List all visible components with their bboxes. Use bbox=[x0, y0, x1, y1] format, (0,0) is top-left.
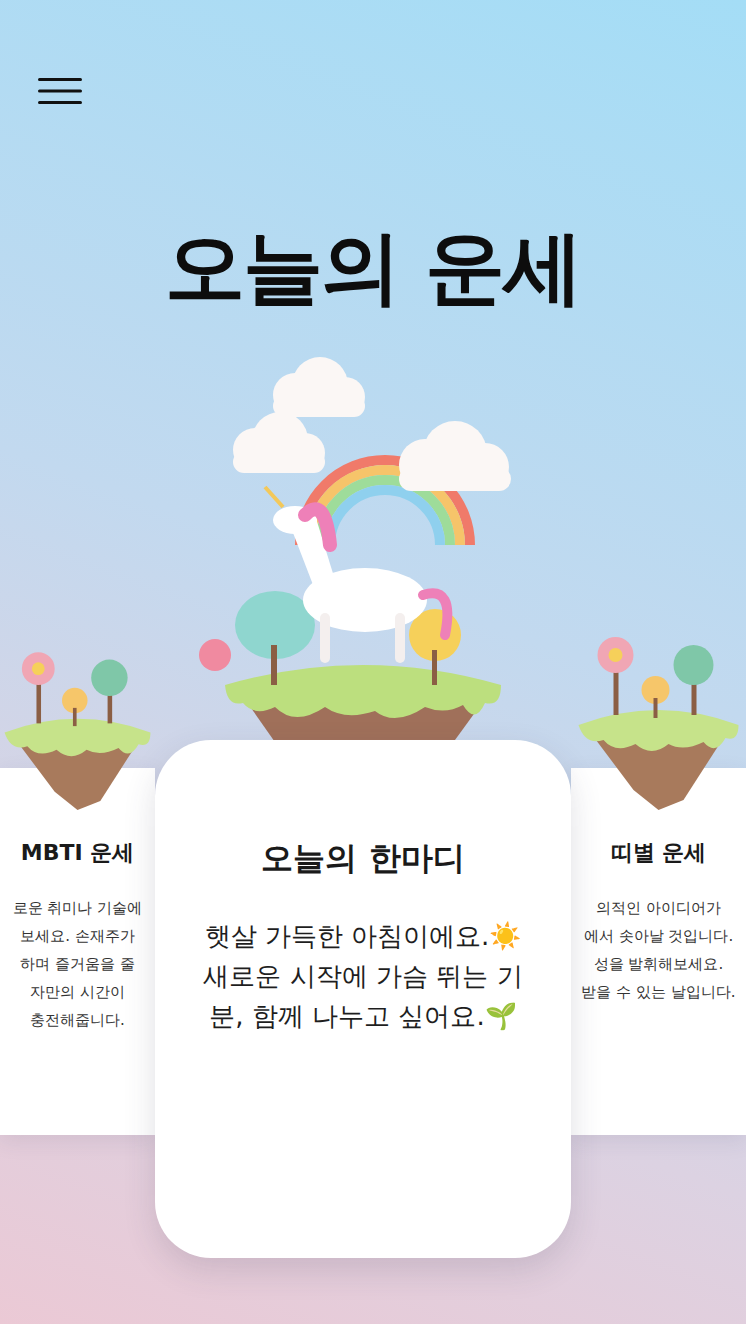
fortune-card[interactable]: 오늘의 한마디 햇살 가득한 아침이에요.☀️새로운 시작에 가슴 뛰는 기분,… bbox=[155, 740, 571, 1258]
island-illustration bbox=[571, 520, 746, 810]
menu-button[interactable] bbox=[38, 78, 82, 104]
card-line: 하며 즐거움을 줄 bbox=[8, 950, 147, 978]
card-line: 분, 함께 나누고 싶어요.🌱 bbox=[195, 996, 531, 1036]
carousel-slot: 오늘의 한마디 햇살 가득한 아침이에요.☀️새로운 시작에 가슴 뛰는 기분,… bbox=[155, 355, 571, 1258]
card-line: 성을 발휘해보세요. bbox=[579, 950, 738, 978]
card-body: 의적인 아이디어가에서 솟아날 것입니다.성을 발휘해보세요.받을 수 있는 날… bbox=[579, 894, 738, 1006]
carousel-slot: 띠별 운세 의적인 아이디어가에서 솟아날 것입니다.성을 발휘해보세요.받을 … bbox=[571, 355, 746, 1135]
carousel-slot: MBTI 운세 로운 취미나 기술에보세요. 손재주가하며 즐거움을 줄자만의 … bbox=[0, 355, 155, 1135]
page-title: 오늘의 운세 bbox=[0, 220, 746, 316]
card-line: 의적인 아이디어가 bbox=[579, 894, 738, 922]
card-line: 충전해줍니다. bbox=[8, 1006, 147, 1034]
top-bar bbox=[0, 0, 746, 120]
fortune-card[interactable]: MBTI 운세 로운 취미나 기술에보세요. 손재주가하며 즐거움을 줄자만의 … bbox=[0, 768, 155, 1135]
card-line: 로운 취미나 기술에 bbox=[8, 894, 147, 922]
card-line: 자만의 시간이 bbox=[8, 978, 147, 1006]
fortune-card[interactable]: 띠별 운세 의적인 아이디어가에서 솟아날 것입니다.성을 발휘해보세요.받을 … bbox=[571, 768, 746, 1135]
card-line: 햇살 가득한 아침이에요.☀️ bbox=[195, 916, 531, 956]
fortune-carousel[interactable]: MBTI 운세 로운 취미나 기술에보세요. 손재주가하며 즐거움을 줄자만의 … bbox=[0, 355, 746, 1258]
card-title: MBTI 운세 bbox=[8, 838, 147, 868]
card-body: 햇살 가득한 아침이에요.☀️새로운 시작에 가슴 뛰는 기분, 함께 나누고 … bbox=[195, 916, 531, 1036]
card-line: 보세요. 손재주가 bbox=[8, 922, 147, 950]
island-illustration bbox=[0, 520, 155, 810]
card-body: 로운 취미나 기술에보세요. 손재주가하며 즐거움을 줄자만의 시간이충전해줍니… bbox=[8, 894, 147, 1034]
fortune-page: 오늘의 운세 MBTI 운세 로운 취미나 기술에보세요. 손재주가하며 즐거움… bbox=[0, 0, 746, 1324]
card-title: 오늘의 한마디 bbox=[195, 836, 531, 880]
card-line: 에서 솟아날 것입니다. bbox=[579, 922, 738, 950]
card-line: 새로운 시작에 가슴 뛰는 기 bbox=[195, 956, 531, 996]
menu-icon[interactable] bbox=[38, 78, 82, 104]
card-line: 받을 수 있는 날입니다. bbox=[579, 978, 738, 1006]
card-title: 띠별 운세 bbox=[579, 838, 738, 868]
